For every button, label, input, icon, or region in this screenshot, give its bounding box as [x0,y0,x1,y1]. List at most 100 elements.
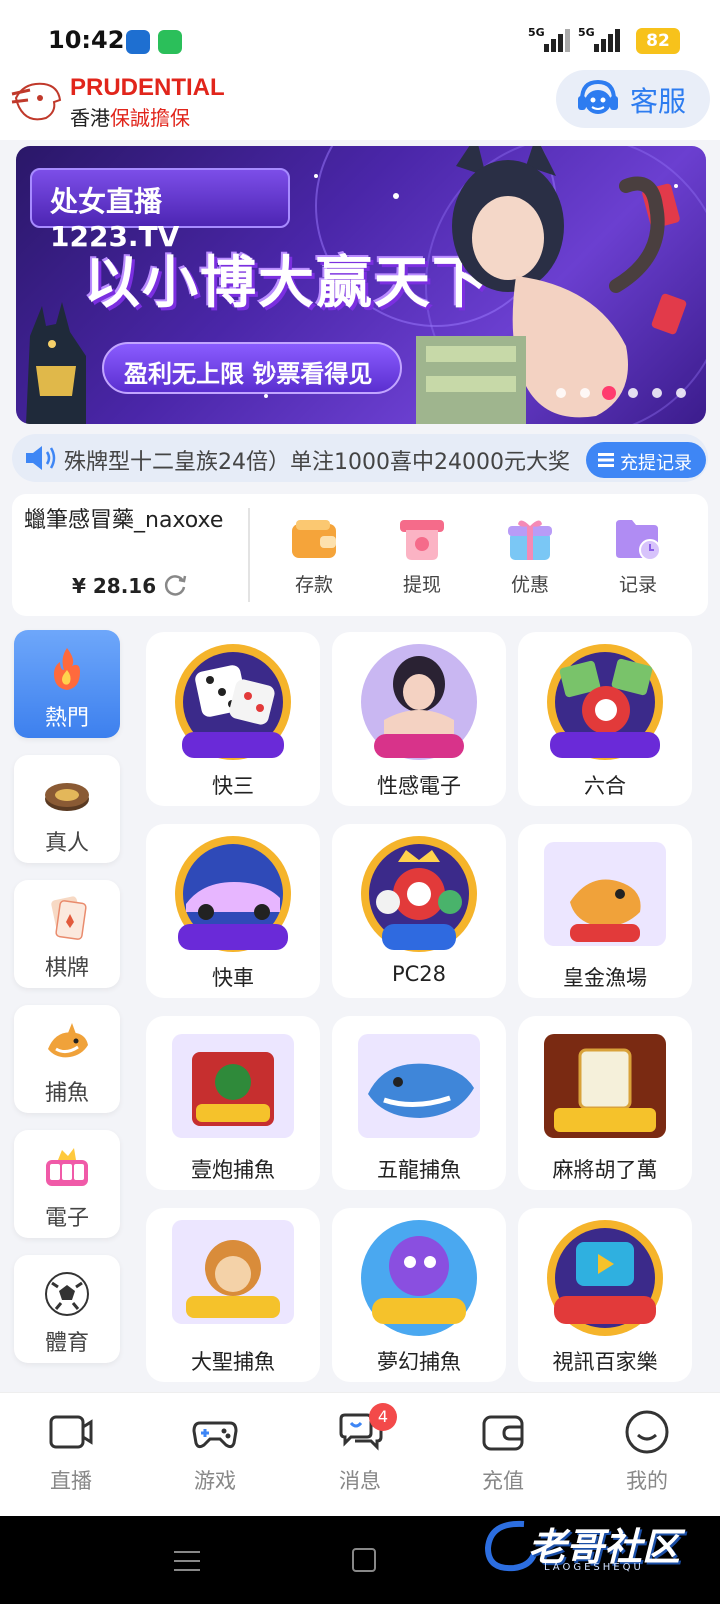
folder-clock-icon [616,520,661,561]
refresh-icon[interactable] [162,572,188,598]
pc28-ball-icon [361,836,477,952]
withdraw-label: 提现 [402,574,441,596]
headset-icon [578,79,618,114]
recent-apps-icon[interactable] [174,1550,200,1572]
category-sports[interactable]: 體育 [14,1255,120,1363]
game-label: 壹炮捕魚 [191,1158,275,1182]
pagination-dot[interactable] [652,388,662,398]
category-hot-label: 熱門 [44,706,89,731]
soccer-ball-icon [45,1272,89,1316]
nav-games[interactable]: 游戏 [160,1403,270,1503]
nav-live[interactable]: 直播 [16,1403,126,1503]
withdraw-icon [400,520,444,560]
pagination-dot[interactable] [676,388,686,398]
category-cards[interactable]: 棋牌 [14,880,120,988]
game-card[interactable]: PC28 [332,824,506,998]
recharge-record-button[interactable]: 充提记录 [586,442,706,478]
category-live[interactable]: 真人 [14,755,120,863]
message-notification-icon [158,30,182,54]
game-card[interactable]: 夢幻捕魚 [332,1208,506,1382]
game-label: 夢幻捕魚 [377,1350,461,1374]
game-card[interactable]: 六合 [518,632,692,806]
username: 蠟筆感冒藥_naxoxe [24,508,224,533]
brand-logo: PRUDENTIAL 香港保誠擔保 [10,72,230,132]
nav-profile-label: 我的 [626,1469,668,1493]
game-label: 麻將胡了萬 [552,1158,658,1182]
list-icon [598,453,614,467]
game-label: 五龍捕魚 [377,1158,461,1182]
nav-live-label: 直播 [50,1469,92,1493]
banner-pagination[interactable] [556,384,696,402]
pagination-dot-active[interactable] [602,386,616,400]
cannon-fish-icon [172,1034,294,1138]
category-electronic[interactable]: 電子 [14,1130,120,1238]
banner-pill-text: 盈利无上限 钞票看得见 [124,360,373,388]
divider [248,508,250,602]
record-button[interactable]: 记录 [598,508,678,608]
dream-fish-icon [361,1220,477,1336]
banner-tag: 处女直播 1223.TV [30,168,290,253]
promotion-button[interactable]: 优惠 [490,508,570,608]
bottom-navigation: 直播 游戏 4 消息 充值 我的 [0,1392,720,1516]
deposit-label: 存款 [294,574,333,596]
nav-profile[interactable]: 我的 [592,1403,702,1503]
signal-icon: 5G [578,24,624,54]
game-card[interactable]: 快三 [146,632,320,806]
logo-brand-text: PRUDENTIAL [70,74,225,101]
promotion-label: 优惠 [510,574,549,596]
pagination-dot[interactable] [628,388,638,398]
app-notification-icon [126,30,150,54]
status-time: 10:42 [48,26,125,54]
signal-icon: 5G [528,24,574,54]
category-hot[interactable]: 熱門 [14,630,120,738]
banner-pill: 盈利无上限 钞票看得见 [102,342,402,394]
withdraw-button[interactable]: 提现 [382,508,462,608]
pagination-dot[interactable] [556,388,566,398]
unread-badge: 4 [369,1403,397,1431]
game-card[interactable]: 性感電子 [332,632,506,806]
marquee-text: 殊牌型十二皇族24倍）单注1000喜中24000元大奖 [64,450,570,475]
category-live-label: 真人 [44,831,89,856]
game-card[interactable]: 快車 [146,824,320,998]
game-card[interactable]: 大聖捕魚 [146,1208,320,1382]
recharge-record-label: 充提记录 [620,453,692,474]
slot-icon [46,1148,88,1186]
game-card[interactable]: 皇金漁場 [518,824,692,998]
category-fishing-label: 捕魚 [44,1081,89,1106]
watermark-logo: 老哥社区 LAOGESHEQU [480,1510,710,1580]
pagination-dot[interactable] [580,388,590,398]
game-card[interactable]: 麻將胡了萬 [518,1016,692,1190]
live-baccarat-icon [547,1220,663,1336]
nav-recharge[interactable]: 充值 [448,1403,558,1503]
race-car-icon [175,836,291,952]
monkey-king-fish-icon [172,1220,294,1324]
home-button-icon[interactable] [352,1548,376,1572]
nav-recharge-label: 充值 [482,1469,524,1493]
promo-banner[interactable]: 处女直播 1223.TV 以小博大赢天下 盈利无上限 钞票看得见 [16,146,706,424]
golden-fish-icon [544,842,666,946]
customer-service-button[interactable]: 客服 [556,70,710,128]
nav-messages[interactable]: 4 消息 [305,1403,415,1503]
speaker-icon [26,446,56,470]
deposit-button[interactable]: 存款 [274,508,354,608]
flame-icon [54,648,80,690]
account-card: 蠟筆感冒藥_naxoxe ¥ 28.16 存款 提现 优惠 记录 [12,494,708,616]
watermark-subtitle: LAOGESHEQU [544,1562,644,1573]
logo-face-icon [11,82,62,121]
wallet-card-icon [482,1415,524,1451]
video-camera-icon [49,1415,93,1449]
game-card[interactable]: 視訊百家樂 [518,1208,692,1382]
dice-game-icon [175,644,291,760]
gift-icon [508,520,552,560]
lottery-ball-icon [547,644,663,760]
game-label: 大聖捕魚 [191,1350,275,1374]
smiley-icon [625,1410,669,1454]
game-label: PC28 [391,962,447,986]
record-label: 记录 [618,574,657,596]
banner-character-illustration [416,146,665,424]
category-electronic-label: 電子 [44,1206,89,1231]
category-fishing[interactable]: 捕魚 [14,1005,120,1113]
game-card[interactable]: 壹炮捕魚 [146,1016,320,1190]
game-card[interactable]: 五龍捕魚 [332,1016,506,1190]
wallet-icon [292,520,336,558]
